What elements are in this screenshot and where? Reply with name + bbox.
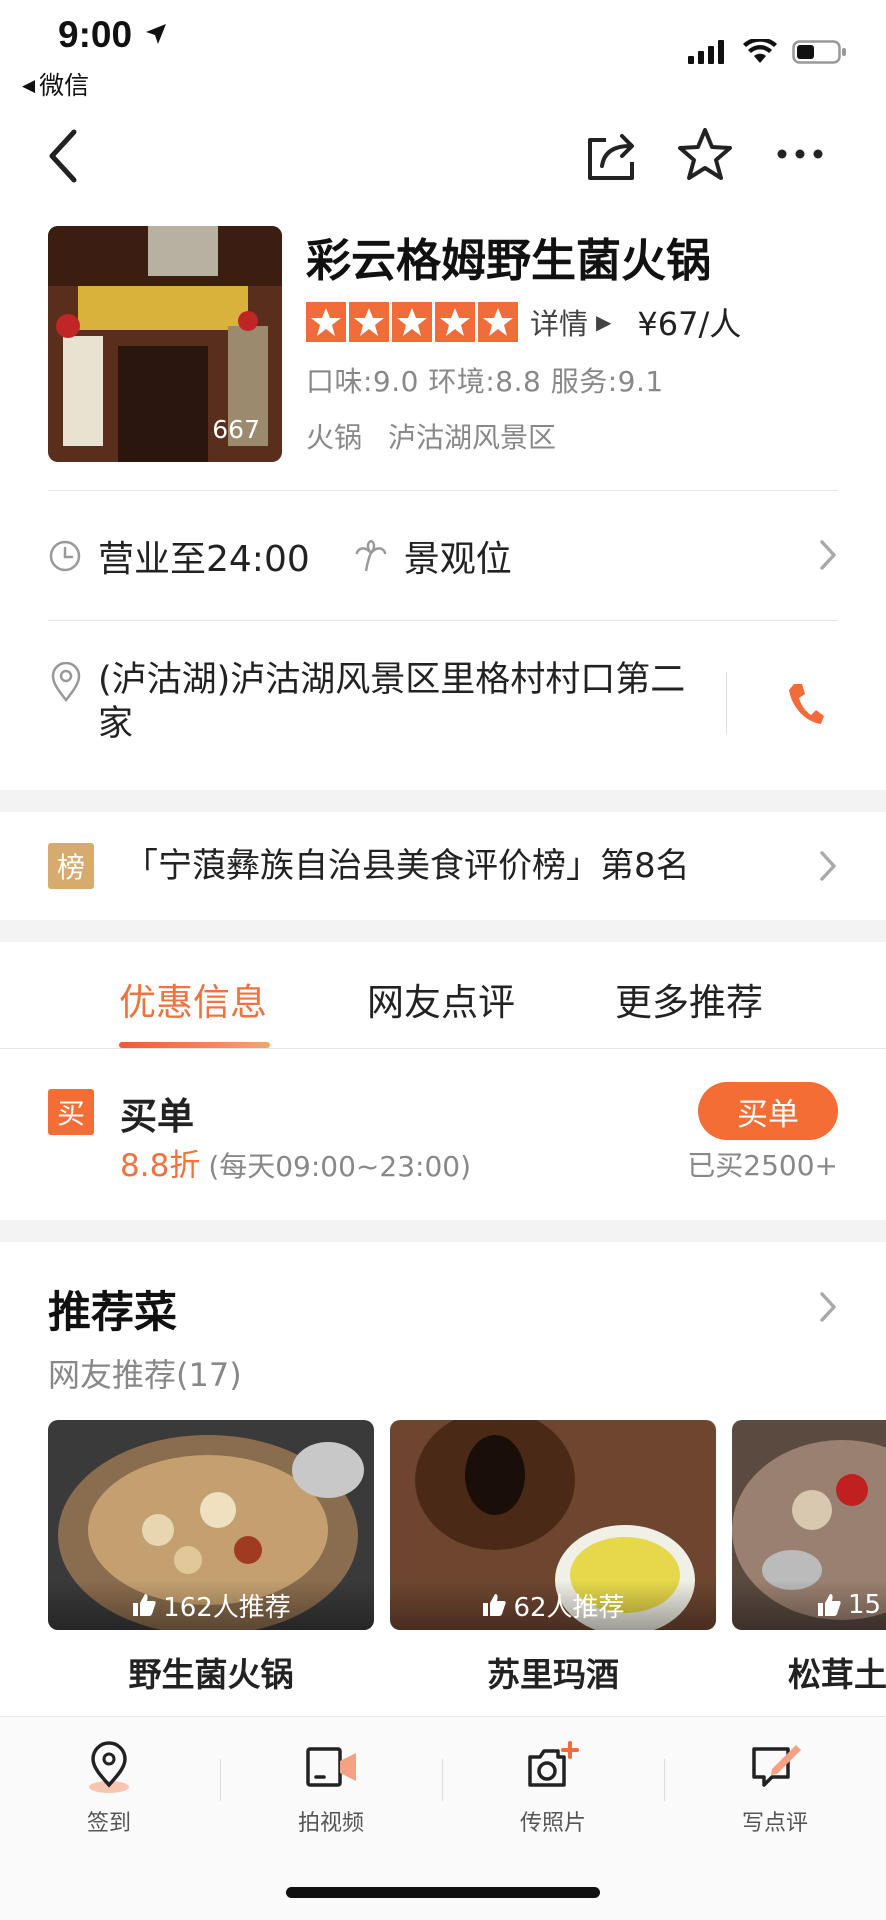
ranking-badge: 榜	[48, 843, 94, 889]
phone-icon[interactable]	[786, 680, 826, 728]
scenic-seat-feature: 景观位	[403, 539, 512, 580]
checkin-label: 签到	[86, 1811, 131, 1836]
recommended-dishes-subtitle: 网友推荐(17)	[48, 1356, 242, 1394]
location-pin-icon	[51, 662, 81, 702]
category-tag[interactable]: 火锅	[306, 421, 362, 454]
thumbs-up-icon	[483, 1594, 507, 1616]
chevron-right-icon[interactable]	[818, 849, 838, 883]
checkin-button[interactable]: 签到	[34, 1741, 184, 1837]
dish-card[interactable]: 62人推荐	[390, 1420, 716, 1630]
record-video-button[interactable]: 拍视频	[256, 1741, 406, 1837]
tab-reviews[interactable]: 网友点评	[367, 972, 515, 1026]
shop-name: 彩云格姆野生菌火锅	[306, 234, 712, 287]
price-per-person: ¥67/人	[637, 305, 742, 343]
photo-count: 667	[212, 415, 260, 444]
battery-icon	[792, 40, 846, 64]
dish-name: 野生菌火锅	[128, 1655, 294, 1694]
back-app-label: 微信	[39, 71, 90, 100]
star-icon	[478, 302, 518, 342]
deal-hours: (每天09:00~23:00)	[208, 1150, 472, 1183]
buy-badge: 买	[48, 1089, 94, 1135]
area-tag[interactable]: 泸沽湖风景区	[388, 421, 556, 454]
category-line: 火锅 泸沽湖风景区	[306, 416, 556, 456]
upload-photo-label: 传照片	[519, 1811, 586, 1836]
thumbs-up-icon	[133, 1594, 156, 1616]
star-icon	[392, 302, 432, 342]
thumbs-up-icon	[818, 1594, 841, 1616]
separator	[442, 1759, 443, 1801]
hours-row[interactable]: 营业至24:00 景观位	[48, 530, 512, 582]
back-to-app[interactable]: ◀ 微信	[22, 66, 89, 102]
separator	[726, 672, 727, 734]
caret-right-icon: ▶	[596, 310, 612, 334]
back-icon[interactable]	[44, 126, 84, 186]
star-icon	[435, 302, 475, 342]
upload-photo-button[interactable]: 传照片	[478, 1741, 628, 1837]
sold-count: 已买2500+	[687, 1149, 838, 1182]
favorite-star-icon[interactable]	[676, 126, 734, 184]
deal-discount-line: 8.8折 (每天09:00~23:00)	[120, 1140, 471, 1185]
score-breakdown: 口味:9.0 环境:8.8 服务:9.1	[306, 365, 664, 398]
address[interactable]: (泸沽湖)泸沽湖风景区里格村村口第二家	[98, 658, 718, 746]
section-gap	[0, 920, 886, 942]
record-video-label: 拍视频	[297, 1811, 364, 1836]
write-review-icon	[752, 1745, 801, 1787]
deal-title: 买单	[120, 1095, 194, 1138]
discount-value: 8.8折	[120, 1148, 201, 1184]
tab-deals[interactable]: 优惠信息	[119, 972, 267, 1026]
dish-card[interactable]: 15	[732, 1420, 886, 1630]
share-icon[interactable]	[584, 128, 640, 184]
nav-bar	[0, 118, 886, 198]
camera-plus-icon	[528, 1741, 579, 1787]
home-indicator	[286, 1887, 600, 1898]
palm-tree-icon	[355, 539, 386, 572]
status-time: 9:00	[58, 14, 133, 55]
status-bar: 9:00 ◀ 微信	[0, 0, 886, 100]
divider	[48, 620, 838, 621]
star-rating	[306, 302, 518, 342]
rating-detail-link[interactable]: 详情	[530, 301, 588, 343]
section-gap	[0, 1220, 886, 1242]
recommend-count: 162人推荐	[163, 1592, 291, 1623]
status-indicators	[688, 38, 848, 66]
star-icon	[306, 302, 346, 342]
checkin-pin-icon	[89, 1741, 129, 1793]
rating-row: 详情 ▶ ¥67/人	[306, 300, 741, 344]
write-review-label: 写点评	[741, 1811, 808, 1836]
divider	[48, 490, 838, 491]
signal-icon	[688, 40, 724, 64]
buy-button[interactable]: 买单	[698, 1082, 838, 1140]
tab-divider	[0, 1048, 886, 1049]
recommend-count-badge: 15	[732, 1580, 886, 1630]
dish-name: 松茸土	[788, 1655, 886, 1694]
business-hours: 营业至24:00	[98, 539, 310, 580]
recommend-count: 15	[848, 1590, 882, 1620]
dish-name: 苏里玛酒	[487, 1655, 619, 1694]
wifi-icon	[743, 39, 777, 63]
shop-photo[interactable]: 667	[48, 226, 282, 462]
write-review-button[interactable]: 写点评	[700, 1741, 850, 1837]
separator	[664, 1759, 665, 1801]
video-camera-icon	[306, 1747, 356, 1787]
ranking-text[interactable]: 「宁蒗彝族自治县美食评价榜」第8名	[124, 843, 690, 889]
clock-icon	[49, 540, 81, 572]
recommend-count: 62人推荐	[513, 1592, 625, 1623]
separator	[220, 1759, 221, 1801]
chevron-right-icon[interactable]	[818, 1290, 838, 1324]
section-gap	[0, 790, 886, 812]
chevron-right-icon	[820, 540, 836, 570]
recommend-count-badge: 162人推荐	[48, 1580, 374, 1630]
recommended-dishes-title: 推荐菜	[48, 1288, 177, 1338]
recommend-count-badge: 62人推荐	[390, 1580, 716, 1630]
dish-card[interactable]: 162人推荐	[48, 1420, 374, 1630]
more-icon[interactable]	[776, 148, 824, 160]
tab-more-recommendations[interactable]: 更多推荐	[615, 972, 763, 1026]
back-triangle-icon: ◀	[22, 76, 36, 96]
location-arrow-icon	[146, 24, 166, 44]
star-icon	[349, 302, 389, 342]
